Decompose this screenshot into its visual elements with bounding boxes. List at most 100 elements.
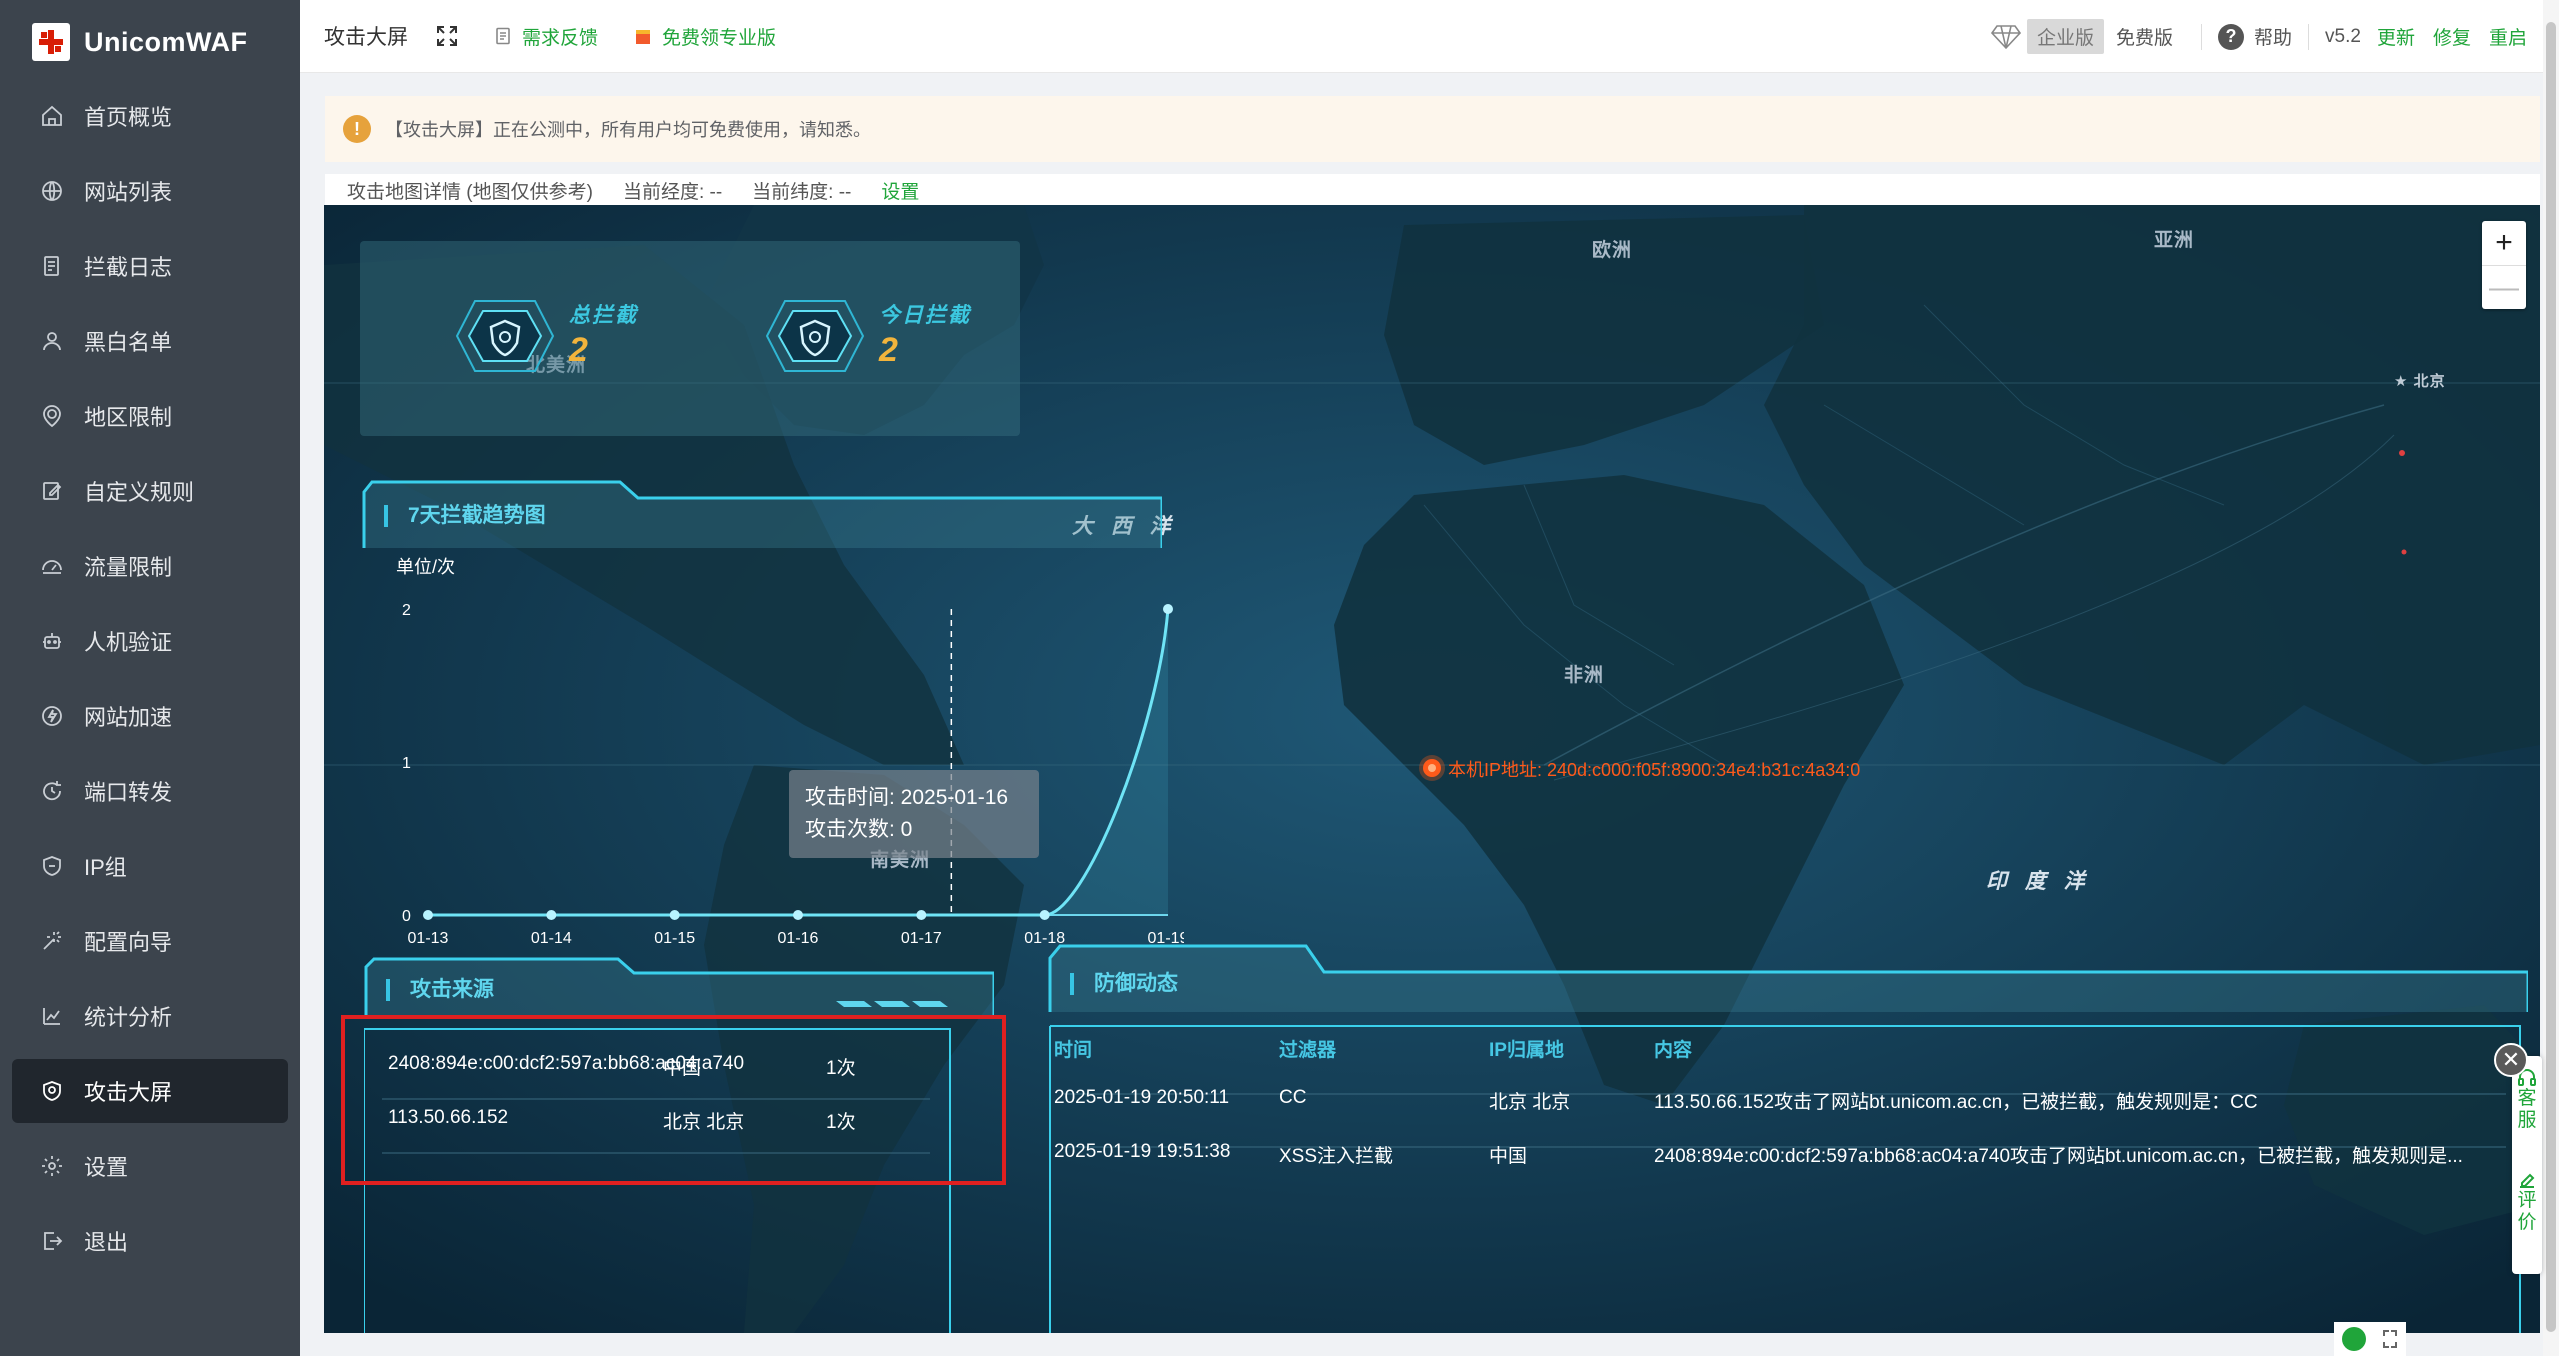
warning-icon: ! bbox=[343, 115, 371, 143]
sidebar-item-6[interactable]: 自定义规则 bbox=[12, 459, 288, 523]
sidebar-item-5[interactable]: 地区限制 bbox=[12, 384, 288, 448]
sidebar-item-label: 网站列表 bbox=[84, 180, 173, 205]
globe-icon bbox=[38, 177, 66, 205]
help-label: 帮助 bbox=[2254, 28, 2293, 49]
redirect-icon bbox=[38, 777, 66, 805]
y-tick-label: 2 bbox=[402, 602, 411, 619]
review-button[interactable]: 评价 bbox=[2517, 1190, 2536, 1234]
tooltip-count: 攻击次数: 0 bbox=[805, 818, 913, 841]
feedback-label: 需求反馈 bbox=[522, 27, 599, 49]
help-button[interactable]: ? 帮助 bbox=[2218, 23, 2292, 50]
floating-service-panel: 客服 评价 bbox=[2512, 1056, 2542, 1274]
zoom-in-button[interactable]: + bbox=[2482, 221, 2526, 265]
edition-switch[interactable]: 企业版 免费版 bbox=[1990, 19, 2185, 54]
data-point bbox=[546, 910, 557, 920]
stat-today-label: 今日拦截 bbox=[879, 304, 971, 327]
sidebar-item-2[interactable]: 网站列表 bbox=[12, 159, 288, 223]
stats-panel: 总拦截 2 今日拦截 2 bbox=[360, 241, 1020, 436]
free-pro-link[interactable]: 免费领专业版 bbox=[634, 23, 776, 50]
notice-text: 【攻击大屏】正在公测中，所有用户均可免费使用，请知悉。 bbox=[385, 120, 871, 140]
sidebar-item-3[interactable]: 拦截日志 bbox=[12, 234, 288, 298]
page-scrollbar[interactable] bbox=[2543, 0, 2559, 1356]
data-point bbox=[1039, 910, 1050, 920]
map-label-europe: 欧洲 bbox=[1592, 240, 1633, 261]
sidebar-item-16[interactable]: 退出 bbox=[12, 1209, 288, 1273]
log-icon bbox=[38, 252, 66, 280]
sidebar-item-label: 端口转发 bbox=[84, 780, 173, 805]
sidebar-item-1[interactable]: 首页概览 bbox=[12, 84, 288, 148]
help-icon: ? bbox=[2218, 23, 2245, 50]
topbar: 攻击大屏 需求反馈 免费领专业版 企业版 免费版 ? 帮助 v5.2 更新 修复… bbox=[300, 0, 2559, 73]
data-point bbox=[916, 910, 927, 920]
sidebar-item-label: 设置 bbox=[84, 1155, 129, 1180]
stat-total-label: 总拦截 bbox=[569, 304, 638, 327]
shield-hex-icon bbox=[765, 300, 865, 372]
attack-map[interactable]: 欧洲 亚洲 非洲 北美洲 南美洲 大 西 洋 印 度 洋 ★ 北京 本机IP地址… bbox=[324, 205, 2540, 1333]
stat-total-value: 2 bbox=[569, 331, 588, 369]
defense-header-content: 内容 bbox=[1654, 1040, 1693, 1061]
sidebar: UnicomWAF 首页概览网站列表拦截日志黑白名单地区限制自定义规则流量限制人… bbox=[0, 0, 300, 1356]
robot-icon bbox=[38, 627, 66, 655]
brand[interactable]: UnicomWAF bbox=[0, 0, 300, 84]
shield-icon bbox=[38, 852, 66, 880]
feedback-link[interactable]: 需求反馈 bbox=[494, 23, 598, 50]
defense-time: 2025-01-19 20:50:11 bbox=[1054, 1087, 1230, 1108]
sidebar-item-label: 退出 bbox=[84, 1230, 129, 1255]
sidebar-item-11[interactable]: IP组 bbox=[12, 834, 288, 898]
tooltip-time: 攻击时间: 2025-01-16 bbox=[805, 786, 1009, 809]
service-button[interactable]: 客服 bbox=[2517, 1088, 2536, 1132]
edition-enterprise[interactable]: 企业版 bbox=[2026, 19, 2104, 54]
x-tick-label: 01-16 bbox=[778, 930, 819, 947]
sidebar-item-label: 自定义规则 bbox=[84, 480, 195, 505]
sidebar-item-13[interactable]: 统计分析 bbox=[12, 984, 288, 1048]
chat-widget[interactable] bbox=[2334, 1322, 2406, 1356]
fullscreen-icon[interactable] bbox=[436, 25, 458, 47]
sidebar-item-14[interactable]: 攻击大屏 bbox=[12, 1059, 288, 1123]
topbar-right: 企业版 免费版 ? 帮助 v5.2 更新 修复 重启 bbox=[1990, 0, 2559, 73]
map-label-beijing: ★ 北京 bbox=[2394, 373, 2446, 390]
zoom-out-button[interactable]: — bbox=[2482, 265, 2526, 309]
defense-header-time: 时间 bbox=[1054, 1040, 1093, 1061]
sidebar-item-label: 统计分析 bbox=[84, 1005, 173, 1030]
sidebar-item-12[interactable]: 配置向导 bbox=[12, 909, 288, 973]
sidebar-item-4[interactable]: 黑白名单 bbox=[12, 309, 288, 373]
sidebar-item-9[interactable]: 网站加速 bbox=[12, 684, 288, 748]
location-icon bbox=[38, 402, 66, 430]
lightning-icon bbox=[38, 702, 66, 730]
sidebar-item-10[interactable]: 端口转发 bbox=[12, 759, 288, 823]
close-float-button[interactable]: ✕ bbox=[2494, 1043, 2528, 1077]
chart-icon bbox=[38, 1002, 66, 1030]
highlight-box bbox=[341, 1015, 1006, 1185]
sidebar-item-label: 流量限制 bbox=[84, 555, 173, 580]
map-settings-link[interactable]: 设置 bbox=[881, 177, 919, 204]
document-icon bbox=[496, 27, 510, 45]
chart-tooltip: 攻击时间: 2025-01-16 攻击次数: 0 bbox=[789, 770, 1039, 858]
notice-banner: ! 【攻击大屏】正在公测中，所有用户均可免费使用，请知悉。 bbox=[325, 96, 2540, 162]
y-tick-label: 1 bbox=[402, 755, 411, 772]
sidebar-item-label: 攻击大屏 bbox=[84, 1080, 173, 1105]
sidebar-item-15[interactable]: 设置 bbox=[12, 1134, 288, 1198]
x-tick-label: 01-15 bbox=[654, 930, 695, 947]
edition-free[interactable]: 免费版 bbox=[2104, 19, 2185, 54]
sidebar-item-label: IP组 bbox=[84, 855, 127, 880]
defense-header-location: IP归属地 bbox=[1489, 1040, 1564, 1061]
sidebar-item-7[interactable]: 流量限制 bbox=[12, 534, 288, 598]
repair-link[interactable]: 修复 bbox=[2433, 23, 2471, 50]
version-label: v5.2 bbox=[2325, 25, 2361, 47]
defense-filter: XSS注入拦截 bbox=[1279, 1146, 1394, 1167]
page-title: 攻击大屏 bbox=[324, 26, 408, 49]
update-link[interactable]: 更新 bbox=[2377, 23, 2415, 50]
map-label-asia: 亚洲 bbox=[2154, 230, 2195, 251]
user-icon bbox=[38, 327, 66, 355]
sidebar-item-8[interactable]: 人机验证 bbox=[12, 609, 288, 673]
free-pro-label: 免费领专业版 bbox=[662, 27, 777, 49]
sidebar-item-label: 黑白名单 bbox=[84, 330, 173, 355]
divider bbox=[2308, 23, 2310, 50]
edit-icon bbox=[38, 477, 66, 505]
longitude-readout: 当前经度: -- bbox=[622, 181, 723, 203]
edit-icon bbox=[2520, 1173, 2535, 1188]
stat-today: 今日拦截 2 bbox=[765, 299, 971, 373]
defense-time: 2025-01-19 19:51:38 bbox=[1054, 1141, 1231, 1162]
restart-link[interactable]: 重启 bbox=[2489, 23, 2527, 50]
data-point bbox=[793, 910, 803, 920]
